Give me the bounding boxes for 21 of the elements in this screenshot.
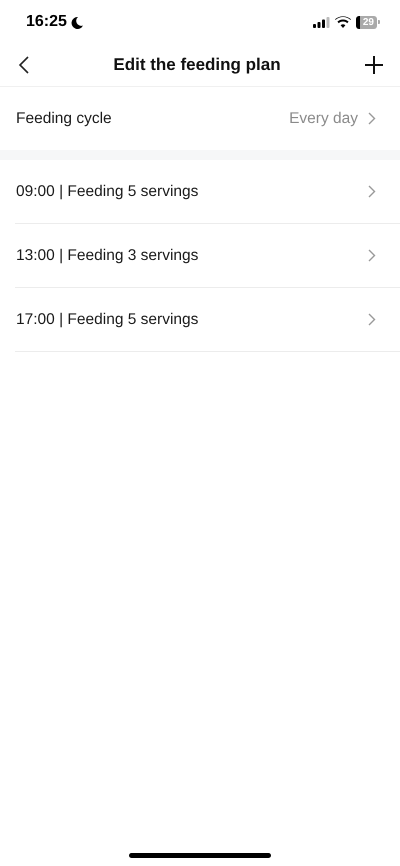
chevron-icon	[368, 249, 376, 262]
row-label: 09:00 | Feeding 5 servings	[16, 182, 198, 200]
battery-indicator: 29	[356, 16, 380, 28]
chevron-icon	[368, 112, 376, 125]
signal-icon	[312, 16, 330, 28]
row-value: Every day	[289, 110, 358, 128]
moon-icon	[70, 16, 84, 28]
row-label: Feeding cycle	[16, 110, 112, 128]
chevron-icon	[368, 313, 376, 326]
feeding-cycle-row[interactable]: Feeding cycle Every day	[0, 87, 400, 150]
feeding-plan-item[interactable]: 17:00 | Feeding 5 servings	[15, 288, 400, 352]
wifi-icon	[334, 16, 351, 28]
page-title: Edit the feeding plan	[113, 55, 281, 75]
feeding-plan-item[interactable]: 13:00 | Feeding 3 servings	[15, 224, 400, 288]
status-time: 16:25	[26, 13, 67, 31]
row-label: 17:00 | Feeding 5 servings	[16, 310, 198, 328]
feeding-plan-item[interactable]: 09:00 | Feeding 5 servings	[15, 160, 400, 224]
plus-icon	[364, 55, 384, 75]
back-icon	[18, 56, 30, 74]
row-label: 13:00 | Feeding 3 servings	[16, 246, 198, 264]
chevron-icon	[368, 185, 376, 198]
